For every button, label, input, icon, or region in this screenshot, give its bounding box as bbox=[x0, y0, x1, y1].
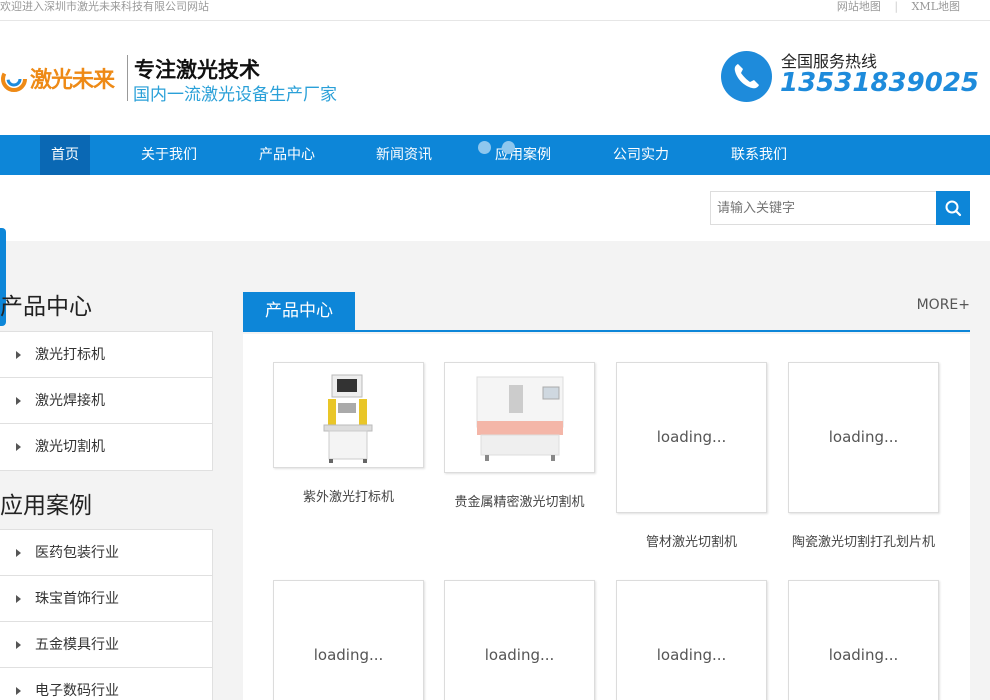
product-name[interactable]: 贵金属精密激光切割机 bbox=[436, 491, 603, 510]
loading-text: loading... bbox=[484, 646, 555, 664]
search-icon bbox=[945, 200, 962, 217]
sidebar-item-jewelry[interactable]: 珠宝首饰行业 bbox=[0, 576, 212, 622]
nav-item-contact[interactable]: 联系我们 bbox=[724, 135, 794, 175]
product-image[interactable]: loading... bbox=[444, 580, 595, 700]
nav-item-cases[interactable]: 应用案例 bbox=[488, 135, 558, 175]
nav-item-home[interactable]: 首页 bbox=[40, 135, 90, 175]
caret-right-icon bbox=[16, 549, 21, 557]
uv-marking-machine-image bbox=[323, 374, 373, 463]
sidebar-item-label: 激光切割机 bbox=[35, 439, 105, 455]
sidebar-item-cutting[interactable]: 激光切割机 bbox=[0, 424, 212, 470]
product-image[interactable]: loading... bbox=[788, 580, 939, 700]
product-image[interactable] bbox=[444, 362, 595, 473]
top-bar: 欢迎进入深圳市激光未来科技有限公司网站 网站地图 | XML地图 bbox=[0, 0, 990, 21]
caret-right-icon bbox=[16, 595, 21, 603]
hotline-number[interactable]: 13531839025 bbox=[780, 68, 979, 98]
sidebar-item-label: 珠宝首饰行业 bbox=[35, 591, 119, 607]
nav-item-news[interactable]: 新闻资讯 bbox=[369, 135, 439, 175]
sidebar-products-list: 激光打标机 激光焊接机 激光切割机 bbox=[0, 331, 213, 471]
logo-divider bbox=[127, 55, 128, 101]
site-header: 激光未来 专注激光技术 国内一流激光设备生产厂家 全国服务热线 13531839… bbox=[0, 21, 990, 135]
link-divider: | bbox=[894, 0, 899, 13]
product-image[interactable] bbox=[273, 362, 424, 468]
loading-text: loading... bbox=[313, 646, 384, 664]
caret-right-icon bbox=[16, 687, 21, 695]
nav-item-about[interactable]: 关于我们 bbox=[134, 135, 204, 175]
logo-swirl-icon bbox=[1, 66, 27, 92]
main-nav: 首页 关于我们 产品中心 新闻资讯 应用案例 公司实力 联系我们 bbox=[0, 135, 990, 175]
caret-right-icon bbox=[16, 397, 21, 405]
xml-sitemap-link[interactable]: XML地图 bbox=[912, 0, 960, 13]
precious-metal-cutter-image bbox=[476, 376, 564, 461]
slider-dot[interactable] bbox=[502, 141, 515, 154]
slider-dot[interactable] bbox=[478, 141, 491, 154]
phone-icon bbox=[721, 51, 772, 102]
search-button[interactable] bbox=[936, 191, 970, 225]
sidebar-item-label: 激光打标机 bbox=[35, 347, 105, 363]
caret-right-icon bbox=[16, 351, 21, 359]
product-image[interactable]: loading... bbox=[616, 362, 767, 513]
loading-text: loading... bbox=[828, 646, 899, 664]
product-image[interactable]: loading... bbox=[788, 362, 939, 513]
sidebar-cases-list: 医药包装行业 珠宝首饰行业 五金模具行业 电子数码行业 bbox=[0, 529, 213, 700]
product-name[interactable]: 管材激光切割机 bbox=[608, 531, 775, 550]
product-image[interactable]: loading... bbox=[273, 580, 424, 700]
sidebar-item-label: 五金模具行业 bbox=[35, 637, 119, 653]
sidebar-item-welding[interactable]: 激光焊接机 bbox=[0, 378, 212, 424]
top-links: 网站地图 | XML地图 bbox=[837, 0, 960, 14]
nav-item-strength[interactable]: 公司实力 bbox=[606, 135, 676, 175]
sidebar-item-pharma[interactable]: 医药包装行业 bbox=[0, 530, 212, 576]
sidebar-item-label: 医药包装行业 bbox=[35, 545, 119, 561]
products-panel-tab[interactable]: 产品中心 bbox=[243, 292, 355, 330]
more-link[interactable]: MORE+ bbox=[917, 297, 970, 313]
sidebar-item-electronics[interactable]: 电子数码行业 bbox=[0, 668, 212, 700]
sidebar-item-label: 激光焊接机 bbox=[35, 393, 105, 409]
sidebar-cases-title: 应用案例 bbox=[0, 493, 92, 519]
loading-text: loading... bbox=[656, 646, 727, 664]
sidebar-item-label: 电子数码行业 bbox=[35, 683, 119, 699]
caret-right-icon bbox=[16, 641, 21, 649]
loading-text: loading... bbox=[656, 428, 727, 446]
sidebar-item-hardware[interactable]: 五金模具行业 bbox=[0, 622, 212, 668]
slogan-sub: 国内一流激光设备生产厂家 bbox=[133, 85, 337, 105]
search-input[interactable] bbox=[710, 191, 937, 225]
welcome-text: 欢迎进入深圳市激光未来科技有限公司网站 bbox=[0, 0, 209, 13]
product-image[interactable]: loading... bbox=[616, 580, 767, 700]
loading-text: loading... bbox=[828, 428, 899, 446]
caret-right-icon bbox=[16, 443, 21, 451]
product-name[interactable]: 紫外激光打标机 bbox=[265, 486, 432, 505]
sidebar-item-marking[interactable]: 激光打标机 bbox=[0, 332, 212, 378]
sitemap-link[interactable]: 网站地图 bbox=[837, 0, 881, 13]
nav-item-products[interactable]: 产品中心 bbox=[252, 135, 322, 175]
product-name[interactable]: 陶瓷激光切割打孔划片机 bbox=[780, 531, 947, 550]
logo-text[interactable]: 激光未来 bbox=[30, 62, 115, 94]
search-strip bbox=[0, 175, 990, 241]
products-panel-header: 产品中心 MORE+ bbox=[243, 292, 970, 332]
sidebar-products-title: 产品中心 bbox=[0, 294, 92, 320]
products-panel: 紫外激光打标机 贵金属精密激光切割机 loading... 管材激光切割机 lo… bbox=[243, 334, 970, 700]
